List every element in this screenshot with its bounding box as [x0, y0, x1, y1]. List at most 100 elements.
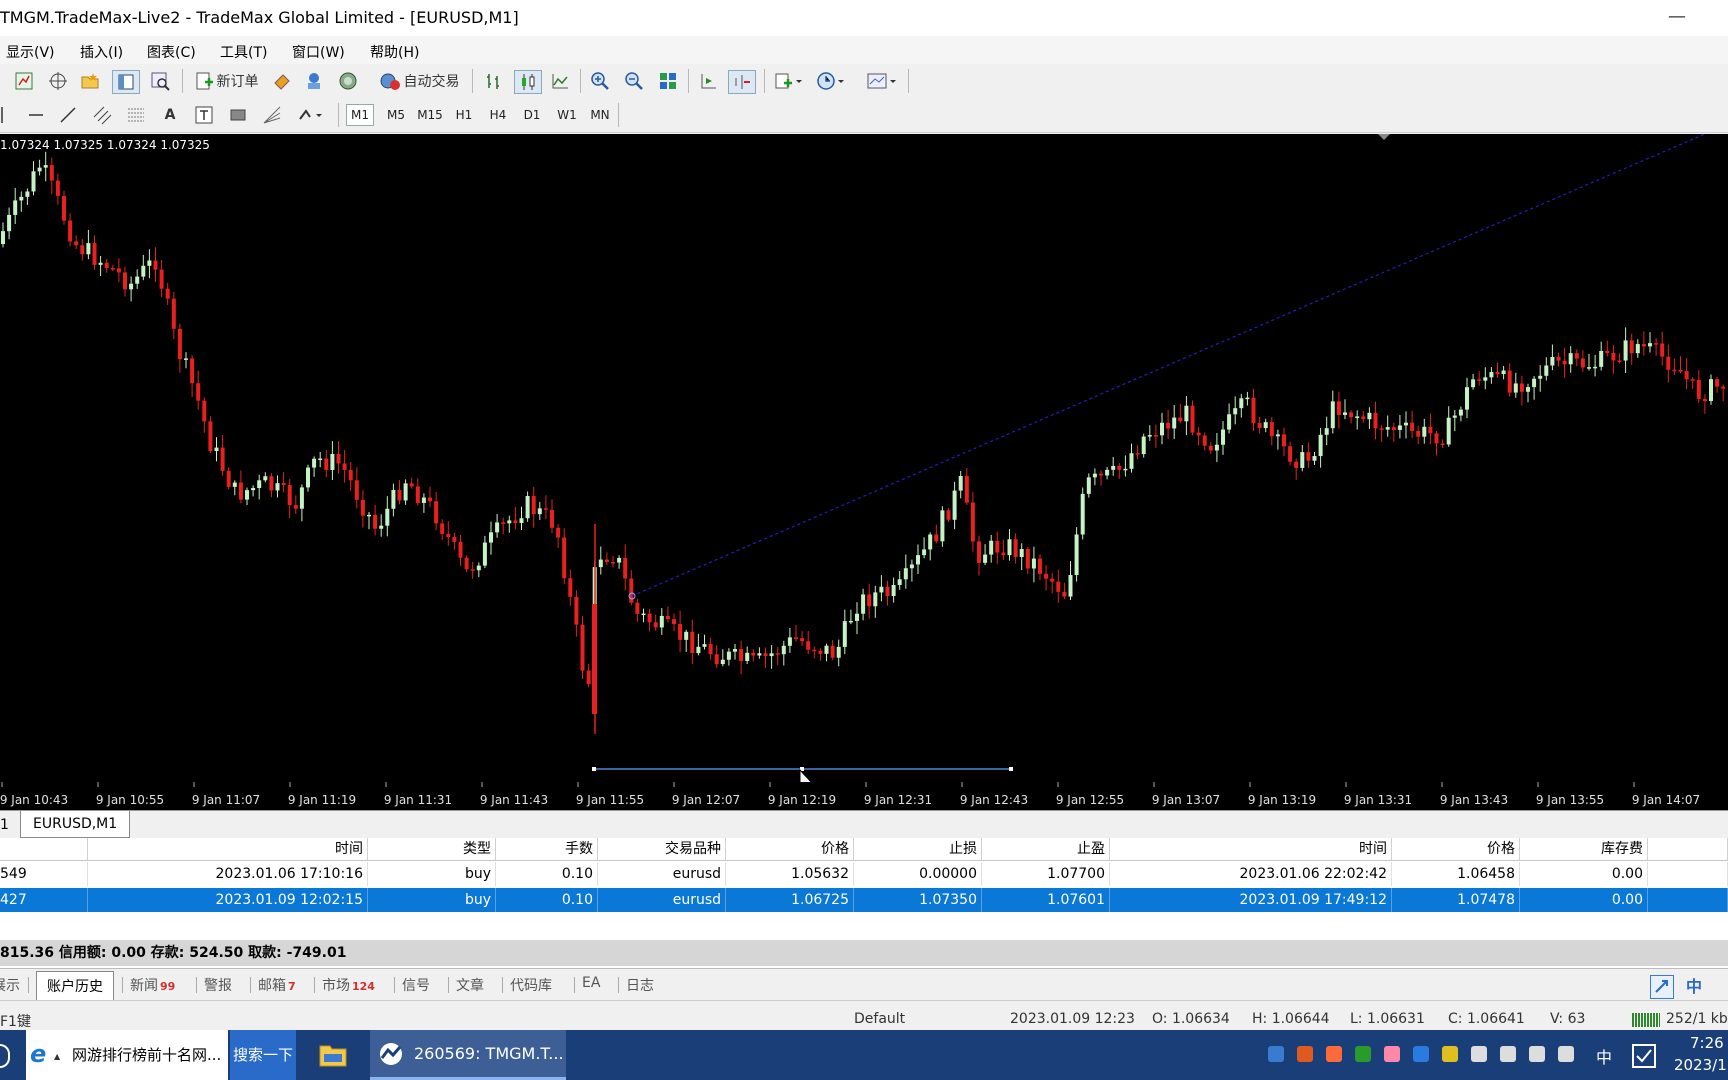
timeframe-m15[interactable]: M15	[416, 104, 444, 126]
terminal-tab-7[interactable]: 文章	[456, 975, 484, 995]
terminal-tab-9[interactable]: EA	[582, 975, 600, 991]
fibonacci-icon[interactable]	[124, 104, 148, 126]
terminal-tab-4[interactable]: 邮箱 7	[258, 975, 296, 995]
periods-dropdown[interactable]	[814, 70, 850, 92]
taskbar-app-metatrader[interactable]: 260569: TMGM.T...	[370, 1030, 566, 1080]
menu-insert[interactable]: 插入(I)	[80, 42, 123, 62]
text-label-icon[interactable]	[192, 104, 216, 126]
history-row[interactable]: 427 2023.01.09 12:02:15 buy 0.10 eurusd 1.067…	[0, 888, 1728, 912]
auto-scroll-icon[interactable]	[728, 70, 756, 94]
search-button[interactable]: 搜索一下	[230, 1030, 296, 1080]
column-header-close_time[interactable]: 时间	[1110, 838, 1392, 860]
candle-body	[1599, 350, 1604, 367]
crosshair-icon[interactable]	[46, 70, 70, 92]
menu-tools[interactable]: 工具(T)	[220, 42, 267, 62]
column-header-tp[interactable]: 止盈	[982, 838, 1110, 860]
timeframe-d1[interactable]: D1	[518, 104, 546, 126]
column-header-price[interactable]: 价格	[726, 838, 854, 860]
action-center-icon[interactable]	[1632, 1044, 1656, 1068]
tray-speaker-icon[interactable]	[1558, 1046, 1574, 1062]
column-header-type[interactable]: 类型	[368, 838, 496, 860]
tile-windows-icon[interactable]	[656, 70, 680, 92]
text-icon[interactable]: A	[158, 104, 182, 126]
tray-battery-icon[interactable]	[1500, 1046, 1516, 1062]
bar-chart-icon[interactable]	[482, 70, 506, 92]
eraser-icon[interactable]	[270, 70, 294, 92]
fibo-fan-icon[interactable]	[260, 104, 284, 126]
tray-mic-icon[interactable]	[1471, 1046, 1487, 1062]
timeframe-m5[interactable]: M5	[382, 104, 410, 126]
signals-icon[interactable]	[302, 70, 326, 92]
terminal-tab-0[interactable]: 展示	[0, 975, 20, 995]
chart-tab-hidden[interactable]: 1	[0, 817, 9, 833]
terminal-tab-8[interactable]: 代码库	[510, 975, 552, 995]
clock-time[interactable]: 7:26	[1690, 1034, 1724, 1052]
column-header-swap[interactable]: 库存费	[1520, 838, 1648, 860]
search-icon[interactable]	[0, 1044, 10, 1068]
tray-network-icon[interactable]	[1529, 1046, 1545, 1062]
navigator-icon[interactable]	[148, 70, 172, 92]
column-header-symbol[interactable]: 交易品种	[598, 838, 726, 860]
timeframe-w1[interactable]: W1	[553, 104, 581, 126]
timeframe-mn[interactable]: MN	[586, 104, 614, 126]
arrows-dropdown[interactable]	[294, 104, 330, 126]
line-chart-icon[interactable]	[548, 70, 572, 92]
radar-icon[interactable]	[336, 70, 360, 92]
folder-star-icon[interactable]	[78, 70, 102, 92]
terminal-tab-10[interactable]: 日志	[626, 975, 654, 995]
profiles-icon[interactable]	[12, 70, 36, 92]
column-header-open_time[interactable]: 时间	[88, 838, 368, 860]
tray-mail-icon[interactable]	[1268, 1046, 1284, 1062]
column-header-lots[interactable]: 手数	[496, 838, 598, 860]
ime-indicator-toolbar[interactable]: 中	[1686, 973, 1702, 997]
market-watch-icon[interactable]	[112, 70, 140, 94]
vertical-line-icon[interactable]	[0, 104, 6, 126]
chart-shift-icon[interactable]	[696, 70, 720, 92]
file-explorer-icon[interactable]	[318, 1040, 348, 1068]
timeframe-h1[interactable]: H1	[450, 104, 478, 126]
tray-plus-icon[interactable]	[1442, 1046, 1458, 1062]
new-order-button[interactable]: 新订单	[190, 70, 262, 92]
clock-date[interactable]: 2023/1	[1674, 1056, 1727, 1074]
column-header-sl[interactable]: 止损	[854, 838, 982, 860]
ime-indicator[interactable]: 中	[1596, 1044, 1612, 1068]
indicators-dropdown[interactable]	[772, 70, 806, 92]
column-header-blank[interactable]	[0, 838, 88, 860]
tray-app-icon[interactable]	[1297, 1046, 1313, 1062]
minimize-button[interactable]: —	[1668, 6, 1686, 27]
menu-charts[interactable]: 图表(C)	[147, 42, 196, 62]
tray-flower-icon[interactable]	[1384, 1046, 1400, 1062]
history-row[interactable]: 549 2023.01.06 17:10:16 buy 0.10 eurusd 1.056…	[0, 862, 1728, 886]
equidistant-channel-icon[interactable]	[90, 104, 114, 126]
tray-volume-icon[interactable]	[1326, 1046, 1342, 1062]
horizontal-line-icon[interactable]	[24, 104, 48, 126]
trend-line-icon[interactable]	[56, 104, 80, 126]
chart-tab-eurusd-m1[interactable]: EURUSD,M1	[20, 811, 131, 838]
tray-shield-icon[interactable]	[1355, 1046, 1371, 1062]
terminal-tab-1[interactable]: 账户历史	[36, 971, 114, 1000]
menu-view[interactable]: 显示(V)	[6, 42, 55, 62]
zoom-out-icon[interactable]	[622, 70, 646, 92]
terminal-tab-2[interactable]: 新闻 99	[130, 975, 175, 995]
terminal-tab-5[interactable]: 市场 124	[322, 975, 375, 995]
candlestick-plot[interactable]: 9 Jan 10:43 9 Jan 10:55 9 Jan 11:07 9 Jan 1…	[0, 134, 1728, 810]
column-header-blank[interactable]	[1648, 838, 1728, 860]
terminal-tab-3[interactable]: 警报	[204, 975, 232, 995]
candlestick-icon[interactable]	[514, 70, 542, 94]
templates-dropdown[interactable]	[864, 70, 902, 92]
timeframe-h4[interactable]: H4	[484, 104, 512, 126]
rectangle-icon[interactable]	[226, 104, 250, 126]
price-chart[interactable]: 9 Jan 10:43 9 Jan 10:55 9 Jan 11:07 9 Jan 1…	[0, 134, 1728, 810]
menu-help[interactable]: 帮助(H)	[370, 42, 419, 62]
browser-searchbar[interactable]: e ▲ 网游排行榜前十名网...	[26, 1030, 228, 1080]
autoarrange-icon[interactable]	[1650, 975, 1674, 999]
timeframe-m1[interactable]: M1	[346, 104, 374, 126]
zoom-in-icon[interactable]	[588, 70, 612, 92]
column-header-close_price[interactable]: 价格	[1392, 838, 1520, 860]
auto-trading-button[interactable]: 自动交易	[372, 70, 466, 92]
tray-bluetooth-icon[interactable]	[1413, 1046, 1429, 1062]
candle-body	[489, 532, 493, 543]
terminal-tab-6[interactable]: 信号	[402, 975, 430, 995]
candle-body	[1147, 435, 1152, 437]
menu-window[interactable]: 窗口(W)	[292, 42, 345, 62]
